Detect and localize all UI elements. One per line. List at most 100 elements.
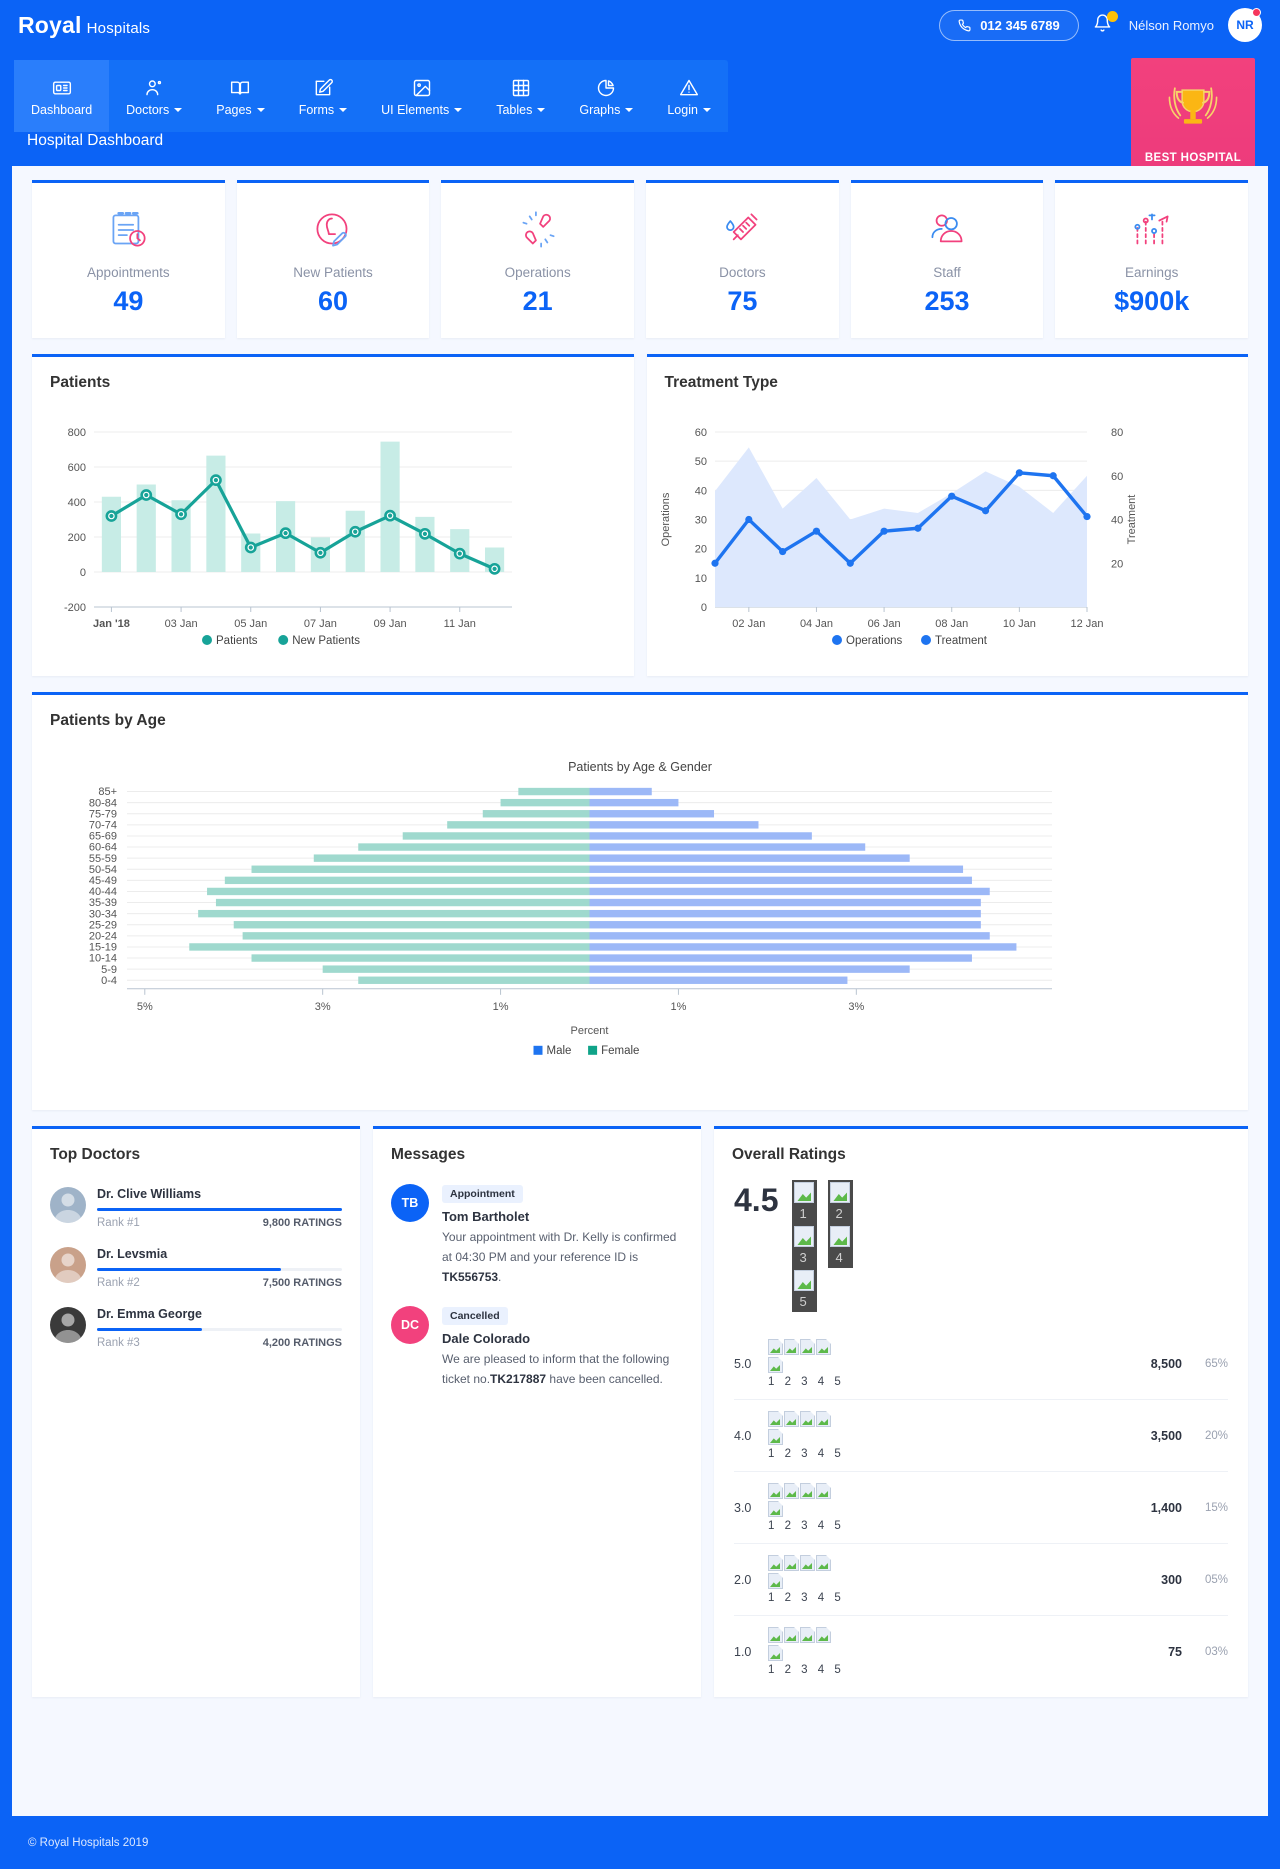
stat-value: 49 bbox=[113, 286, 144, 316]
phone-button[interactable]: 012 345 6789 bbox=[939, 9, 1079, 41]
stat-value: $900k bbox=[1114, 286, 1190, 316]
message-row[interactable]: TB Appointment Tom Bartholet Your appointme… bbox=[391, 1177, 683, 1299]
rating-count: 3,500 bbox=[1150, 1428, 1182, 1443]
svg-text:400: 400 bbox=[68, 497, 86, 509]
trophy-icon bbox=[1164, 81, 1222, 144]
image-icon bbox=[412, 78, 432, 98]
top-doctors-title: Top Doctors bbox=[50, 1146, 141, 1163]
ratings-star-images: 12345 bbox=[792, 1180, 864, 1312]
stat-card-earnings[interactable]: Earnings $900k bbox=[1055, 180, 1249, 338]
rating-row[interactable]: 5.0 1 2 3 4 5 8,500 65% bbox=[734, 1328, 1228, 1400]
stat-label: Appointments bbox=[87, 265, 170, 280]
nav-item-tables[interactable]: Tables bbox=[479, 60, 562, 132]
nav-item-dashboard[interactable]: Dashboard bbox=[14, 60, 110, 132]
nav-label: Dashboard bbox=[31, 102, 93, 117]
doctor-avatar bbox=[50, 1187, 86, 1223]
brand-logo[interactable]: Royal Hospitals bbox=[18, 12, 150, 39]
svg-text:10: 10 bbox=[694, 573, 706, 585]
broken-star-icon bbox=[800, 1555, 815, 1571]
patient-edit-icon bbox=[308, 204, 358, 258]
nav-label: UI Elements bbox=[381, 102, 450, 117]
treatment-chart[interactable]: 0 10 20 30 40 50 60 20 40 60 80 Operations Treatment… bbox=[647, 392, 1144, 672]
chevron-down-icon bbox=[537, 107, 546, 112]
broken-star-icon bbox=[768, 1339, 783, 1355]
messages-list: TB Appointment Tom Bartholet Your appointme… bbox=[373, 1164, 701, 1412]
broken-star-icon bbox=[768, 1357, 783, 1373]
stat-card-staff[interactable]: Staff 253 bbox=[850, 180, 1044, 338]
rating-row[interactable]: 1.0 1 2 3 4 5 75 03% bbox=[734, 1616, 1228, 1687]
top-doctors-card: Top Doctors Dr. Clive Williams Rank #1 9,8… bbox=[32, 1126, 360, 1697]
nav-item-ui-elements[interactable]: UI Elements bbox=[364, 60, 479, 132]
message-sender: Dale Colorado bbox=[442, 1331, 531, 1347]
svg-text:0-4: 0-4 bbox=[101, 975, 117, 987]
svg-text:11 Jan: 11 Jan bbox=[444, 618, 476, 630]
doctor-row[interactable]: Dr. Emma George Rank #3 4,200 RATINGS bbox=[50, 1298, 342, 1358]
footer: © Royal Hospitals 2019 bbox=[0, 1816, 1280, 1869]
message-content: Cancelled Dale Colorado We are pleased to … bbox=[442, 1306, 683, 1390]
top-doctors-list: Dr. Clive Williams Rank #1 9,800 RATINGS Dr… bbox=[32, 1164, 360, 1368]
nav-item-graphs[interactable]: Graphs bbox=[562, 60, 650, 132]
avatar[interactable]: NR bbox=[1228, 8, 1262, 42]
nav-item-forms[interactable]: Forms bbox=[282, 60, 364, 132]
rating-level: 3.0 bbox=[734, 1500, 752, 1515]
svg-text:Treatment: Treatment bbox=[1126, 495, 1138, 545]
nav-label: Tables bbox=[496, 102, 533, 117]
message-sender: Tom Bartholet bbox=[442, 1209, 530, 1224]
doctor-info: Dr. Levsmia Rank #2 7,500 RATINGS bbox=[97, 1247, 342, 1289]
overall-ratings-card: Overall Ratings 4.5 12345 5.0 1 2 3 4 5 8,… bbox=[714, 1126, 1248, 1697]
nav-item-doctors[interactable]: Doctors bbox=[109, 60, 199, 132]
rating-row[interactable]: 3.0 1 2 3 4 5 1,400 15% bbox=[734, 1472, 1228, 1544]
stat-card-operations[interactable]: Operations 21 bbox=[441, 180, 635, 338]
svg-text:40: 40 bbox=[1111, 515, 1123, 527]
svg-text:07 Jan: 07 Jan bbox=[304, 618, 337, 630]
rating-star-alt: 1 2 3 4 5 bbox=[768, 1448, 845, 1460]
broken-star-icon bbox=[768, 1555, 783, 1571]
svg-text:Male: Male bbox=[547, 1045, 572, 1057]
nav-item-pages[interactable]: Pages bbox=[199, 60, 281, 132]
svg-text:30: 30 bbox=[694, 515, 706, 527]
age-pyramid-chart[interactable]: 85+80-8475-7970-7465-6960-6455-5950-5445… bbox=[32, 774, 1248, 1104]
messages-card: Messages TB Appointment Tom Bartholet Your … bbox=[373, 1126, 701, 1697]
broken-star-icon bbox=[816, 1483, 831, 1499]
rating-star-placeholder: 1 bbox=[792, 1180, 828, 1224]
award-label: BEST HOSPITAL bbox=[1144, 151, 1242, 164]
broken-star-icon bbox=[768, 1627, 783, 1643]
svg-text:80: 80 bbox=[1111, 427, 1123, 439]
top-bar: Royal Hospitals 012 345 6789 Nélson Romyo… bbox=[0, 0, 1280, 50]
rating-percent: 15% bbox=[1204, 1501, 1228, 1514]
doctor-meta: Rank #2 7,500 RATINGS bbox=[97, 1277, 342, 1289]
doctor-row[interactable]: Dr. Clive Williams Rank #1 9,800 RATINGS bbox=[50, 1178, 342, 1238]
rating-row[interactable]: 4.0 1 2 3 4 5 3,500 20% bbox=[734, 1400, 1228, 1472]
svg-text:50: 50 bbox=[694, 456, 706, 468]
nav-item-login[interactable]: Login bbox=[650, 60, 728, 132]
doctor-progress-track bbox=[97, 1328, 342, 1331]
patients-by-age-card: Patients by Age Patients by Age & Gender… bbox=[32, 692, 1248, 1110]
message-row[interactable]: DC Cancelled Dale Colorado We are pleased t… bbox=[391, 1299, 683, 1402]
doctor-row[interactable]: Dr. Levsmia Rank #2 7,500 RATINGS bbox=[50, 1238, 342, 1298]
message-content: Appointment Tom Bartholet Your appointment… bbox=[442, 1184, 683, 1287]
patients-chart[interactable]: -200 0 200 400 600 800 Jan '18 03 Jan 05 Jan 07 J… bbox=[32, 392, 529, 672]
stat-card-doctors[interactable]: Doctors 75 bbox=[646, 180, 839, 338]
rating-row[interactable]: 2.0 1 2 3 4 5 300 05% bbox=[734, 1544, 1228, 1616]
chevron-down-icon bbox=[256, 107, 265, 112]
doctor-progress-fill bbox=[97, 1328, 203, 1331]
nav-label: Forms bbox=[298, 102, 335, 117]
phone-icon bbox=[958, 18, 971, 32]
svg-text:Female: Female bbox=[601, 1045, 639, 1057]
svg-text:1%: 1% bbox=[670, 1001, 686, 1013]
stat-value: 21 bbox=[522, 286, 553, 316]
rating-star-alt: 1 2 3 4 5 bbox=[768, 1664, 845, 1676]
doctor-info: Dr. Emma George Rank #3 4,200 RATINGS bbox=[97, 1307, 342, 1349]
rating-level: 4.0 bbox=[734, 1428, 752, 1443]
message-body: We are pleased to inform that the follow… bbox=[442, 1352, 670, 1387]
broken-star-icon bbox=[784, 1627, 799, 1643]
notifications-button[interactable] bbox=[1093, 11, 1118, 38]
svg-text:800: 800 bbox=[68, 427, 86, 439]
stat-card-new-patients[interactable]: New Patients 60 bbox=[236, 180, 430, 338]
treatment-chart-title: Treatment Type bbox=[664, 374, 778, 391]
stat-card-appointments[interactable]: Appointments 49 bbox=[32, 180, 225, 338]
broken-star-icon bbox=[768, 1501, 783, 1517]
doctor-rank: Rank #1 bbox=[97, 1217, 140, 1229]
page-title: Hospital Dashboard bbox=[27, 132, 164, 149]
rating-level: 5.0 bbox=[734, 1356, 752, 1371]
